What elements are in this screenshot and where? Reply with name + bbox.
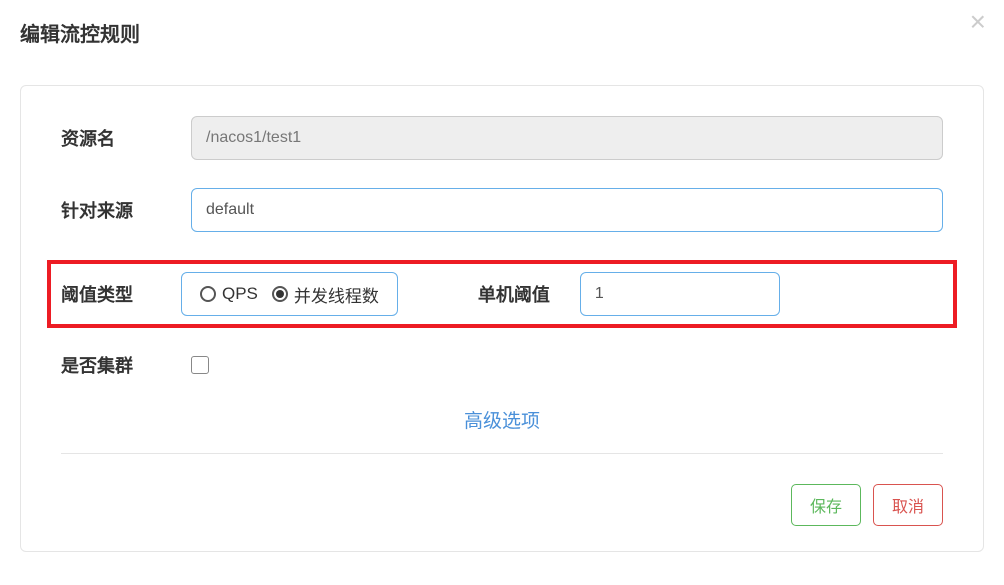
threshold-highlight-row: 阈值类型 QPS 并发线程数 单机阈值: [47, 260, 957, 328]
cluster-label: 是否集群: [61, 352, 191, 378]
radio-label-threads: 并发线程数: [294, 282, 379, 307]
source-label: 针对来源: [61, 197, 191, 223]
divider: [61, 453, 943, 454]
radio-icon-checked: [272, 286, 288, 302]
threshold-value-label: 单机阈值: [478, 281, 550, 307]
form-row-resource: 资源名: [61, 116, 943, 160]
threshold-value-input[interactable]: [580, 272, 780, 316]
save-button[interactable]: 保存: [791, 484, 861, 526]
resource-label: 资源名: [61, 125, 191, 151]
advanced-options-row: 高级选项: [61, 406, 943, 433]
modal-title: 编辑流控规则: [20, 18, 984, 47]
modal-footer: 保存 取消: [61, 474, 943, 526]
modal-body: 资源名 针对来源 阈值类型 QPS 并发线程数 单机阈值 是否集群 高级选项: [20, 85, 984, 552]
radio-option-qps[interactable]: QPS: [200, 284, 258, 304]
cluster-checkbox-wrap: [191, 356, 209, 374]
source-input[interactable]: [191, 188, 943, 232]
threshold-type-radio-group: QPS 并发线程数: [181, 272, 398, 316]
form-row-source: 针对来源: [61, 188, 943, 232]
advanced-options-link[interactable]: 高级选项: [464, 411, 540, 432]
modal-header: 编辑流控规则 ×: [0, 0, 1004, 65]
cancel-button[interactable]: 取消: [873, 484, 943, 526]
close-button[interactable]: ×: [970, 8, 986, 36]
cluster-checkbox[interactable]: [191, 356, 209, 374]
form-row-cluster: 是否集群: [61, 352, 943, 378]
resource-input: [191, 116, 943, 160]
radio-option-threads[interactable]: 并发线程数: [272, 282, 379, 307]
radio-label-qps: QPS: [222, 284, 258, 304]
radio-icon: [200, 286, 216, 302]
threshold-type-label: 阈值类型: [61, 281, 181, 307]
